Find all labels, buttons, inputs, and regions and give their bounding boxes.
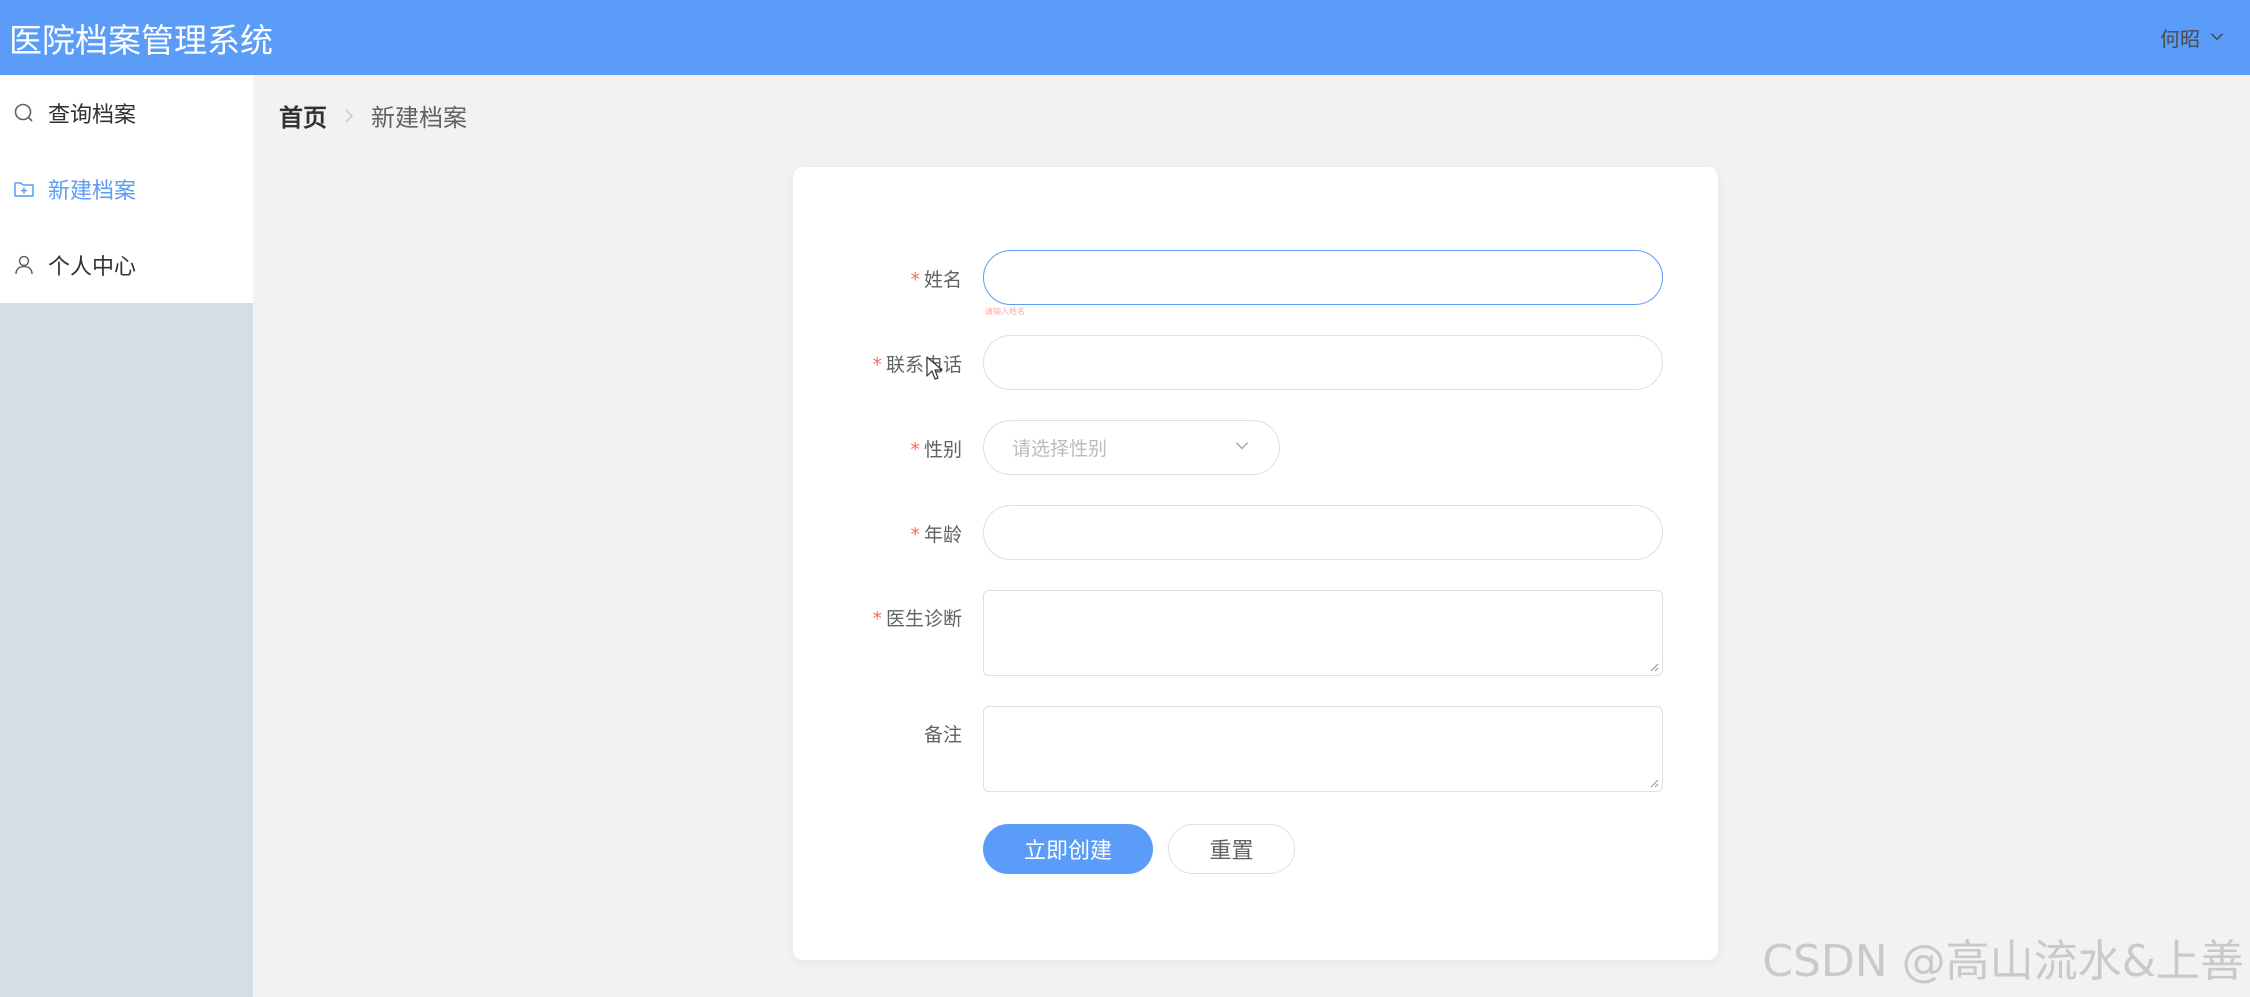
user-menu[interactable]: 何昭: [2160, 23, 2226, 52]
sidebar-item-label: 个人中心: [48, 255, 137, 280]
app-title: 医院档案管理系统: [9, 20, 273, 60]
sidebar: 查询档案 新建档案 个人中心: [0, 75, 253, 997]
reset-button[interactable]: 重置: [1168, 824, 1295, 874]
required-mark: *: [872, 608, 882, 630]
required-mark: *: [910, 524, 920, 546]
sidebar-item-create[interactable]: 新建档案: [0, 151, 253, 227]
sidebar-item-label: 查询档案: [48, 103, 137, 128]
remark-textarea[interactable]: [983, 706, 1663, 792]
resize-grip-icon[interactable]: [1649, 662, 1659, 672]
gender-select[interactable]: 请选择性别: [983, 420, 1280, 475]
breadcrumb-current: 新建档案: [371, 104, 467, 132]
chevron-down-icon: [2208, 26, 2226, 50]
age-label: * 年龄: [910, 520, 962, 547]
diagnosis-textarea[interactable]: [983, 590, 1663, 676]
user-icon: [12, 253, 36, 277]
folder-add-icon: [12, 177, 36, 201]
name-label-text: 姓名: [923, 269, 962, 291]
phone-label-text: 联系电话: [885, 354, 962, 376]
breadcrumb-home[interactable]: 首页: [279, 98, 327, 133]
phone-label: * 联系电话: [872, 350, 962, 377]
user-name: 何昭: [2160, 27, 2200, 51]
sidebar-item-label: 新建档案: [48, 179, 137, 204]
sidebar-item-profile[interactable]: 个人中心: [0, 227, 253, 303]
mouse-cursor-icon: [926, 356, 943, 380]
required-mark: *: [910, 269, 920, 291]
age-label-text: 年龄: [923, 524, 962, 546]
top-header: 医院档案管理系统 何昭: [0, 0, 2250, 75]
remark-label: 备注: [924, 720, 962, 747]
gender-placeholder: 请选择性别: [1012, 438, 1108, 460]
gender-label-text: 性别: [923, 439, 962, 461]
remark-label-text: 备注: [923, 724, 962, 746]
diagnosis-label: * 医生诊断: [872, 604, 962, 631]
required-mark: *: [910, 439, 920, 461]
name-input[interactable]: [983, 250, 1663, 305]
diagnosis-label-text: 医生诊断: [885, 608, 962, 630]
chevron-right-icon: [341, 108, 357, 124]
age-input[interactable]: [983, 505, 1663, 560]
chevron-down-icon: [1233, 436, 1251, 459]
breadcrumb: 首页 新建档案: [279, 98, 467, 133]
resize-grip-icon[interactable]: [1649, 778, 1659, 788]
sidebar-item-query[interactable]: 查询档案: [0, 75, 253, 151]
sidebar-menu: 查询档案 新建档案 个人中心: [0, 75, 253, 303]
name-label: * 姓名: [910, 265, 962, 292]
name-error-hint: 请输入姓名: [985, 307, 1025, 316]
search-icon: [12, 101, 36, 125]
phone-input[interactable]: [983, 335, 1663, 390]
create-button[interactable]: 立即创建: [983, 824, 1153, 874]
watermark: CSDN @高山流水&上善: [1762, 936, 2244, 987]
create-record-form-card: *姓名 请输入姓名 *联系电话 *性别 请选择性别 *年龄 *医生诊断: [793, 167, 1718, 960]
required-mark: *: [872, 354, 882, 376]
gender-label: * 性别: [910, 435, 962, 462]
